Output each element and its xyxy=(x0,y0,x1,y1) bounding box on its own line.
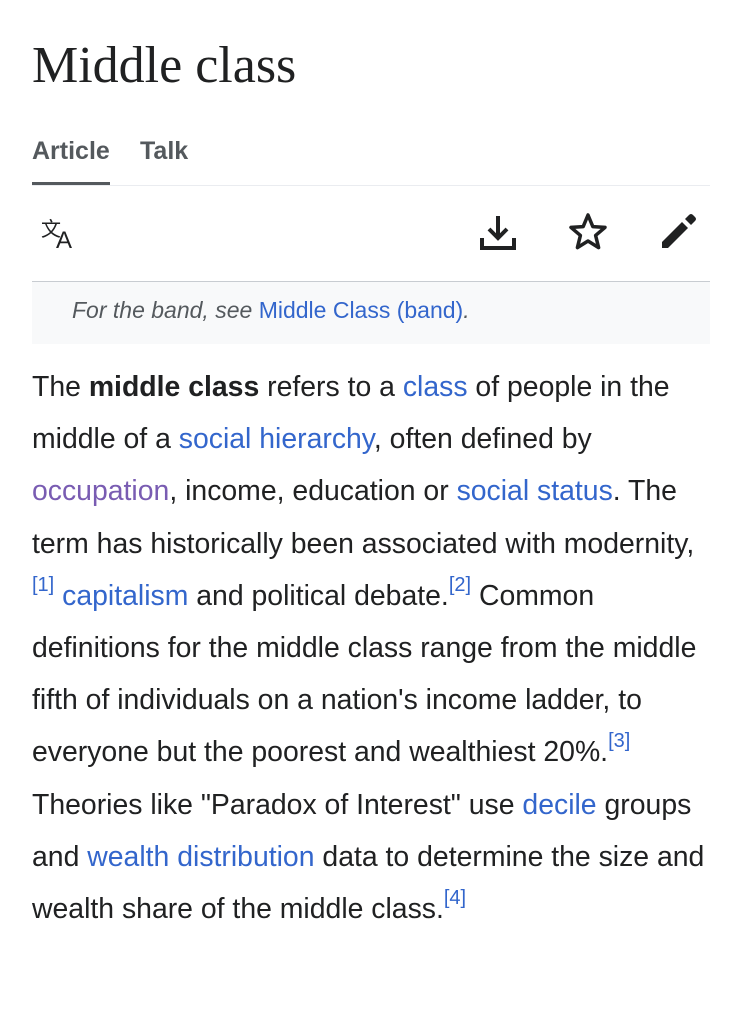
lead-paragraph: The middle class refers to a class of pe… xyxy=(32,361,710,935)
text-segment: refers to a xyxy=(259,371,403,403)
reference-1[interactable]: [1] xyxy=(32,574,54,596)
tab-talk[interactable]: Talk xyxy=(140,133,188,183)
reference-4[interactable]: [4] xyxy=(444,887,466,909)
svg-text:A: A xyxy=(56,227,72,254)
link-capitalism[interactable]: capitalism xyxy=(62,580,188,612)
hatnote-prefix: For the band, see xyxy=(72,297,259,323)
link-decile[interactable]: decile xyxy=(522,789,596,821)
reference-3[interactable]: [3] xyxy=(608,730,630,752)
download-icon[interactable] xyxy=(476,210,520,254)
star-icon[interactable] xyxy=(566,210,610,254)
link-class[interactable]: class xyxy=(403,371,468,403)
link-social-hierarchy[interactable]: social hierarchy xyxy=(179,423,374,455)
hatnote-band-link[interactable]: Middle Class (band) xyxy=(259,297,464,323)
text-segment xyxy=(54,580,62,612)
link-occupation[interactable]: occupation xyxy=(32,475,169,507)
page-actions-toolbar: 文 A xyxy=(32,186,710,282)
link-social-status[interactable]: social status xyxy=(457,475,613,507)
text-segment: The xyxy=(32,371,89,403)
text-segment: Theories like "Paradox of Interest" use xyxy=(32,788,523,821)
page-title: Middle class xyxy=(32,37,297,94)
link-wealth-distribution[interactable]: wealth distribution xyxy=(87,841,314,873)
text-segment: and political debate. xyxy=(188,579,449,612)
text-segment: , income, education or xyxy=(169,475,457,508)
language-icon[interactable]: 文 A xyxy=(38,210,82,254)
edit-pencil-icon[interactable] xyxy=(656,210,700,254)
reference-2[interactable]: [2] xyxy=(449,574,471,596)
bold-term: middle class xyxy=(88,371,260,403)
hatnote: For the band, see Middle Class (band). xyxy=(32,282,710,344)
hatnote-suffix: . xyxy=(463,297,470,323)
namespace-tabs: Article Talk xyxy=(32,133,710,186)
tab-article[interactable]: Article xyxy=(32,133,110,185)
text-segment: , often defined by xyxy=(373,423,592,456)
hatnote-text: For the band, see Middle Class (band). xyxy=(72,297,470,324)
